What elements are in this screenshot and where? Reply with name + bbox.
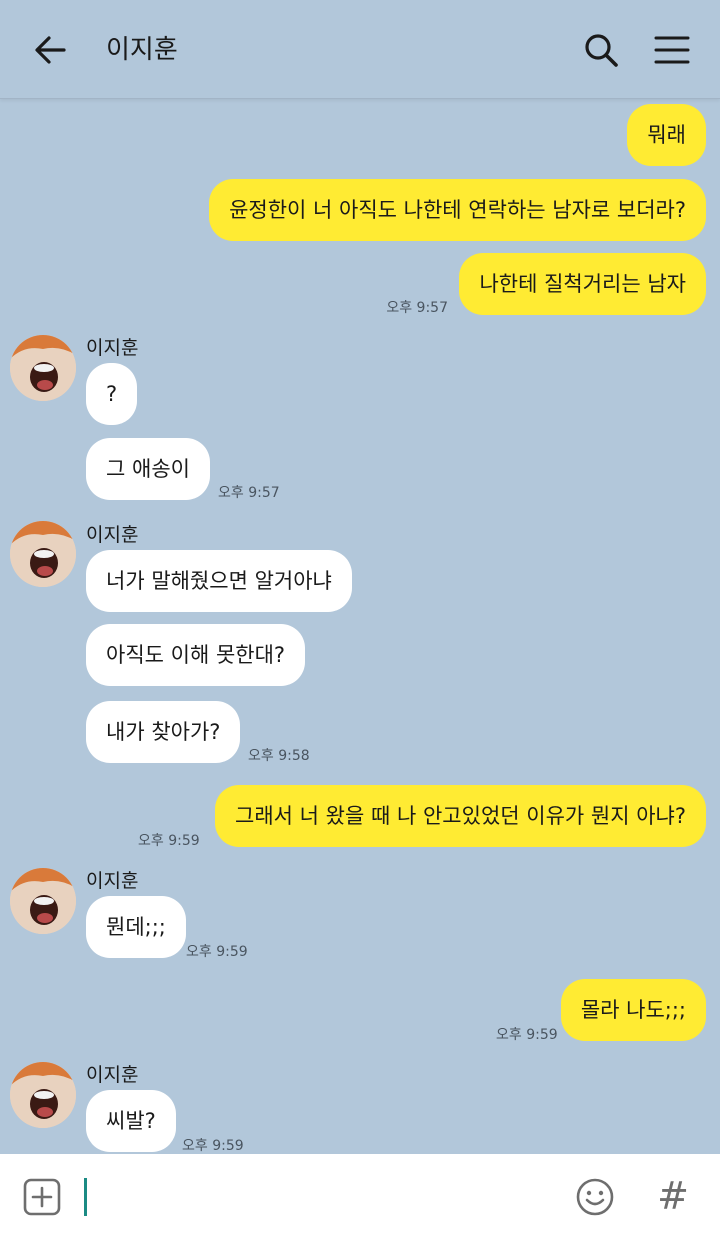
message-bubble-theirs[interactable]: 너가 말해줬으면 알거아냐	[86, 550, 352, 612]
message-time: 오후 9:57	[218, 485, 280, 501]
chat-area[interactable]: 뭐래 윤정한이 너 아직도 나한테 연락하는 남자로 보더라? 나한테 질척거리…	[0, 98, 720, 1154]
avatar[interactable]	[10, 335, 76, 401]
message-bubble-mine[interactable]: 그래서 너 왔을 때 나 안고있었던 이유가 뭔지 아냐?	[215, 785, 706, 847]
message-time: 오후 9:57	[386, 300, 448, 316]
avatar-face-icon	[10, 1062, 76, 1128]
message-bubble-theirs[interactable]: 내가 찾아가?	[86, 701, 241, 763]
avatar-face-icon	[10, 521, 76, 587]
plus-square-icon	[23, 1178, 61, 1216]
search-icon	[585, 34, 618, 67]
emoji-button[interactable]	[574, 1176, 616, 1218]
message-bubble-mine[interactable]: 나한테 질척거리는 남자	[459, 253, 706, 315]
message-time: 오후 9:59	[138, 833, 200, 849]
avatar-face-icon	[10, 335, 76, 401]
sender-name: 이지훈	[86, 870, 139, 892]
search-button[interactable]	[580, 28, 622, 72]
message-bubble-theirs[interactable]: 아직도 이해 못한대?	[86, 624, 306, 686]
message-bubble-mine[interactable]: 뭐래	[627, 104, 706, 166]
arrow-left-icon	[35, 36, 66, 64]
hashtag-button[interactable]: #	[652, 1172, 694, 1220]
message-bubble-theirs[interactable]: 뭔데;;;	[86, 896, 186, 958]
message-input-bar: #	[0, 1154, 720, 1238]
avatar[interactable]	[10, 1062, 76, 1128]
smiley-icon	[576, 1178, 614, 1216]
message-time: 오후 9:59	[186, 944, 248, 960]
chat-title: 이지훈	[106, 35, 178, 65]
message-time: 오후 9:59	[496, 1027, 558, 1043]
message-bubble-mine[interactable]: 몰라 나도;;;	[560, 979, 706, 1041]
message-bubble-mine[interactable]: 윤정한이 너 아직도 나한테 연락하는 남자로 보더라?	[209, 179, 706, 241]
message-time: 오후 9:59	[182, 1138, 244, 1154]
menu-button[interactable]	[650, 28, 694, 72]
avatar[interactable]	[10, 868, 76, 934]
attach-button[interactable]	[22, 1177, 62, 1217]
message-bubble-theirs[interactable]: 씨발?	[86, 1090, 176, 1152]
message-time: 오후 9:58	[248, 748, 310, 764]
avatar[interactable]	[10, 521, 76, 587]
message-bubble-theirs[interactable]: ?	[86, 363, 138, 425]
hamburger-menu-icon	[654, 36, 690, 64]
sender-name: 이지훈	[86, 1064, 139, 1086]
chat-header: 이지훈	[0, 0, 720, 99]
sender-name: 이지훈	[86, 524, 139, 546]
message-input-cursor[interactable]	[84, 1178, 87, 1216]
message-bubble-theirs[interactable]: 그 애송이	[86, 438, 210, 500]
back-button[interactable]	[28, 28, 72, 72]
avatar-face-icon	[10, 868, 76, 934]
sender-name: 이지훈	[86, 337, 139, 359]
